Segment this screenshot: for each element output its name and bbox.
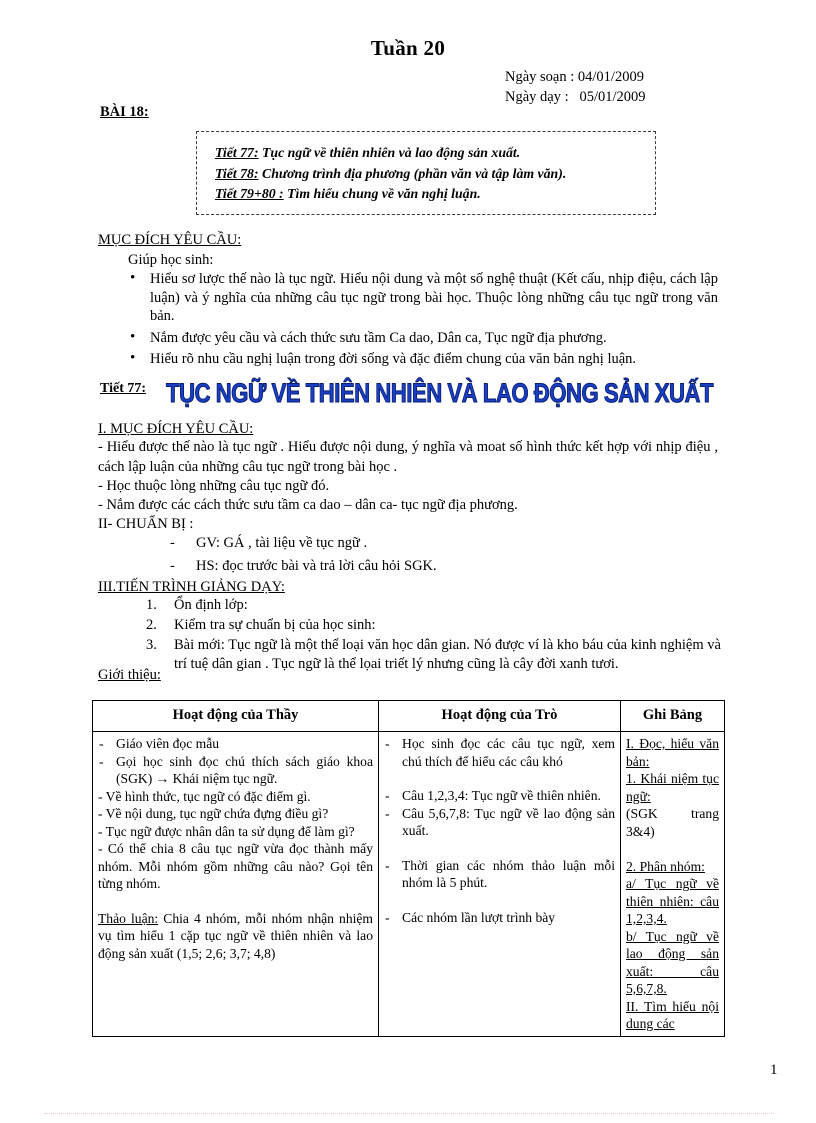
list-item: Học sinh đọc các câu tục ngữ, xem chú th…: [384, 735, 615, 770]
section-ii-list: GV: GÁ , tài liệu về tục ngữ . HS: đọc t…: [168, 534, 713, 580]
board-line: a/ Tục ngữ về thiên nhiên: câu 1,2,3,4.: [626, 876, 719, 926]
section-i-paragraph-1: - Hiểu được thế nào là tục ngữ . Hiểu đư…: [98, 439, 718, 475]
period-number: Tiết 79+80 :: [215, 186, 284, 201]
board-spacer: [626, 840, 719, 858]
section-i-heading: I. MỤC ĐÍCH YÊU CẦU:: [98, 421, 254, 437]
board-line: (SGK trang 3&4): [626, 806, 719, 839]
list-item: Nắm được yêu cầu và cách thức sưu tầm Ca…: [128, 328, 718, 348]
page-title: Tuần 20: [370, 36, 446, 60]
table-header-row: Hoạt động của Thầy Hoạt động của Trò Ghi…: [92, 700, 725, 732]
period-text: Chương trình địa phương (phần văn và tập…: [258, 165, 567, 181]
objectives-list: Hiểu sơ lược thế nào là tục ngữ. Hiểu nộ…: [128, 269, 718, 372]
tiet77-label: Tiết 77:: [100, 381, 147, 396]
board-line: II. Tìm hiểu nội dung các: [626, 998, 719, 1032]
objectives-heading: MỤC ĐÍCH YÊU CẦU:: [98, 232, 242, 248]
teacher-question-3: - Tục ngữ được nhân dân ta sử dụng để là…: [98, 823, 355, 839]
teacher-question-4: - Có thể chia 8 câu tục ngữ vừa đọc thàn…: [98, 841, 373, 891]
list-item: Kiểm tra sự chuẩn bị của học sinh:: [146, 616, 376, 635]
column-header-teacher: Hoạt động của Thầy: [92, 700, 379, 732]
teacher-question-1: - Về hình thức, tục ngữ có đặc điểm gì.: [98, 788, 311, 804]
table-row: Giáo viên đọc mẫu Gọi học sinh đọc chú t…: [92, 731, 725, 1037]
board-line: 1. Khái niệm tục ngữ:: [626, 771, 719, 804]
date-taught: Ngày dạy : 05/01/2009: [505, 89, 646, 105]
list-item: Câu 5,6,7,8: Tục ngữ về lao động sản xuấ…: [384, 805, 615, 840]
footer-divider: [44, 1113, 774, 1114]
list-item: Hiểu rõ nhu cầu nghị luận trong đời sống…: [128, 349, 718, 369]
period-line: Tiết 77: Tục ngữ về thiên nhiên và lao đ…: [215, 143, 655, 164]
objectives-intro: Giúp học sinh:: [128, 252, 214, 268]
period-text: Tục ngữ về thiên nhiên và lao động sản x…: [258, 145, 521, 160]
period-number: Tiết 77:: [215, 145, 259, 160]
list-item: Các nhóm lần lượt trình bày: [384, 909, 615, 927]
board-line: 2. Phân nhóm:: [626, 858, 705, 874]
teacher-discussion: Thảo luận: Chia 4 nhóm, mỗi nhóm nhận nh…: [98, 910, 373, 963]
list-item: Gọi học sinh đọc chú thích sách giáo kho…: [98, 753, 373, 788]
section-iii-list: Ổn định lớp: Kiểm tra sự chuẩn bị của họ…: [146, 596, 721, 675]
date-block: Ngày soạn : 04/01/2009 Ngày dạy : 05/01/…: [505, 67, 646, 107]
lesson-periods-box: Tiết 77: Tục ngữ về thiên nhiên và lao đ…: [196, 131, 656, 215]
lesson-plan-table: Hoạt động của Thầy Hoạt động của Trò Ghi…: [92, 700, 725, 1037]
discussion-label: Thảo luận:: [98, 910, 159, 926]
list-item: Bài mới: Tục ngữ là một thể loại văn học…: [146, 636, 721, 672]
board-line: I. Đọc, hiểu văn bản:: [626, 736, 719, 769]
period-number: Tiết 78:: [215, 165, 259, 181]
student-list: Học sinh đọc các câu tục ngữ, xem chú th…: [384, 735, 615, 926]
board-line: b/ Tục ngữ về lao động sản xuất: câu 5,6…: [626, 928, 719, 997]
page-number: 1: [770, 1062, 778, 1078]
document-page: Tuần 20 Ngày soạn : 04/01/2009 Ngày dạy …: [0, 0, 816, 1123]
period-line: Tiết 79+80 : Tìm hiểu chung về văn nghị …: [215, 184, 655, 205]
list-item: Thời gian các nhóm thảo luận mỗi nhóm là…: [384, 857, 615, 892]
column-header-board: Ghi Bảng: [620, 700, 725, 732]
lesson-label: BÀI 18:: [100, 104, 149, 120]
list-item: Ổn định lớp:: [146, 596, 248, 615]
list-item: Hiểu sơ lược thế nào là tục ngữ. Hiểu nộ…: [128, 269, 718, 326]
cell-board-notes: I. Đọc, hiểu văn bản: 1. Khái niệm tục n…: [620, 731, 725, 1037]
list-item: Câu 1,2,3,4: Tục ngữ về thiên nhiên.: [384, 787, 615, 805]
list-item: HS: đọc trước bài và trả lời câu hỏi SGK…: [168, 557, 713, 576]
period-line: Tiết 78: Chương trình địa phương (phần v…: [215, 164, 655, 185]
cell-teacher-activities: Giáo viên đọc mẫu Gọi học sinh đọc chú t…: [92, 731, 379, 1037]
section-i-paragraph-3: - Nắm được các cách thức sưu tầm ca dao …: [98, 497, 518, 513]
date-prepared: Ngày soạn : 04/01/2009: [505, 69, 644, 85]
period-text: Tìm hiểu chung về văn nghị luận.: [283, 186, 481, 201]
column-header-student: Hoạt động của Trò: [378, 700, 621, 732]
list-item: GV: GÁ , tài liệu về tục ngữ .: [168, 534, 713, 553]
cell-student-activities: Học sinh đọc các câu tục ngữ, xem chú th…: [378, 731, 621, 1037]
list-item: Giáo viên đọc mẫu: [98, 735, 373, 753]
section-ii-heading: II- CHUẨN BỊ :: [98, 516, 194, 532]
teacher-question-2: - Về nội dung, tục ngữ chứa đựng điều gì…: [98, 806, 329, 821]
section-i-paragraph-2: - Học thuộc lòng những câu tục ngữ đó.: [98, 478, 330, 494]
section-iii-heading: III.TIẾN TRÌNH GIẢNG DẠY:: [98, 579, 285, 595]
teacher-dash-list: Giáo viên đọc mẫu Gọi học sinh đọc chú t…: [98, 735, 373, 788]
introduction-label: Giới thiệu:: [98, 667, 161, 683]
wordart-title: TỤC NGỮ VỀ THIÊN NHIÊN VÀ LAO ĐỘNG SẢN X…: [166, 378, 714, 409]
